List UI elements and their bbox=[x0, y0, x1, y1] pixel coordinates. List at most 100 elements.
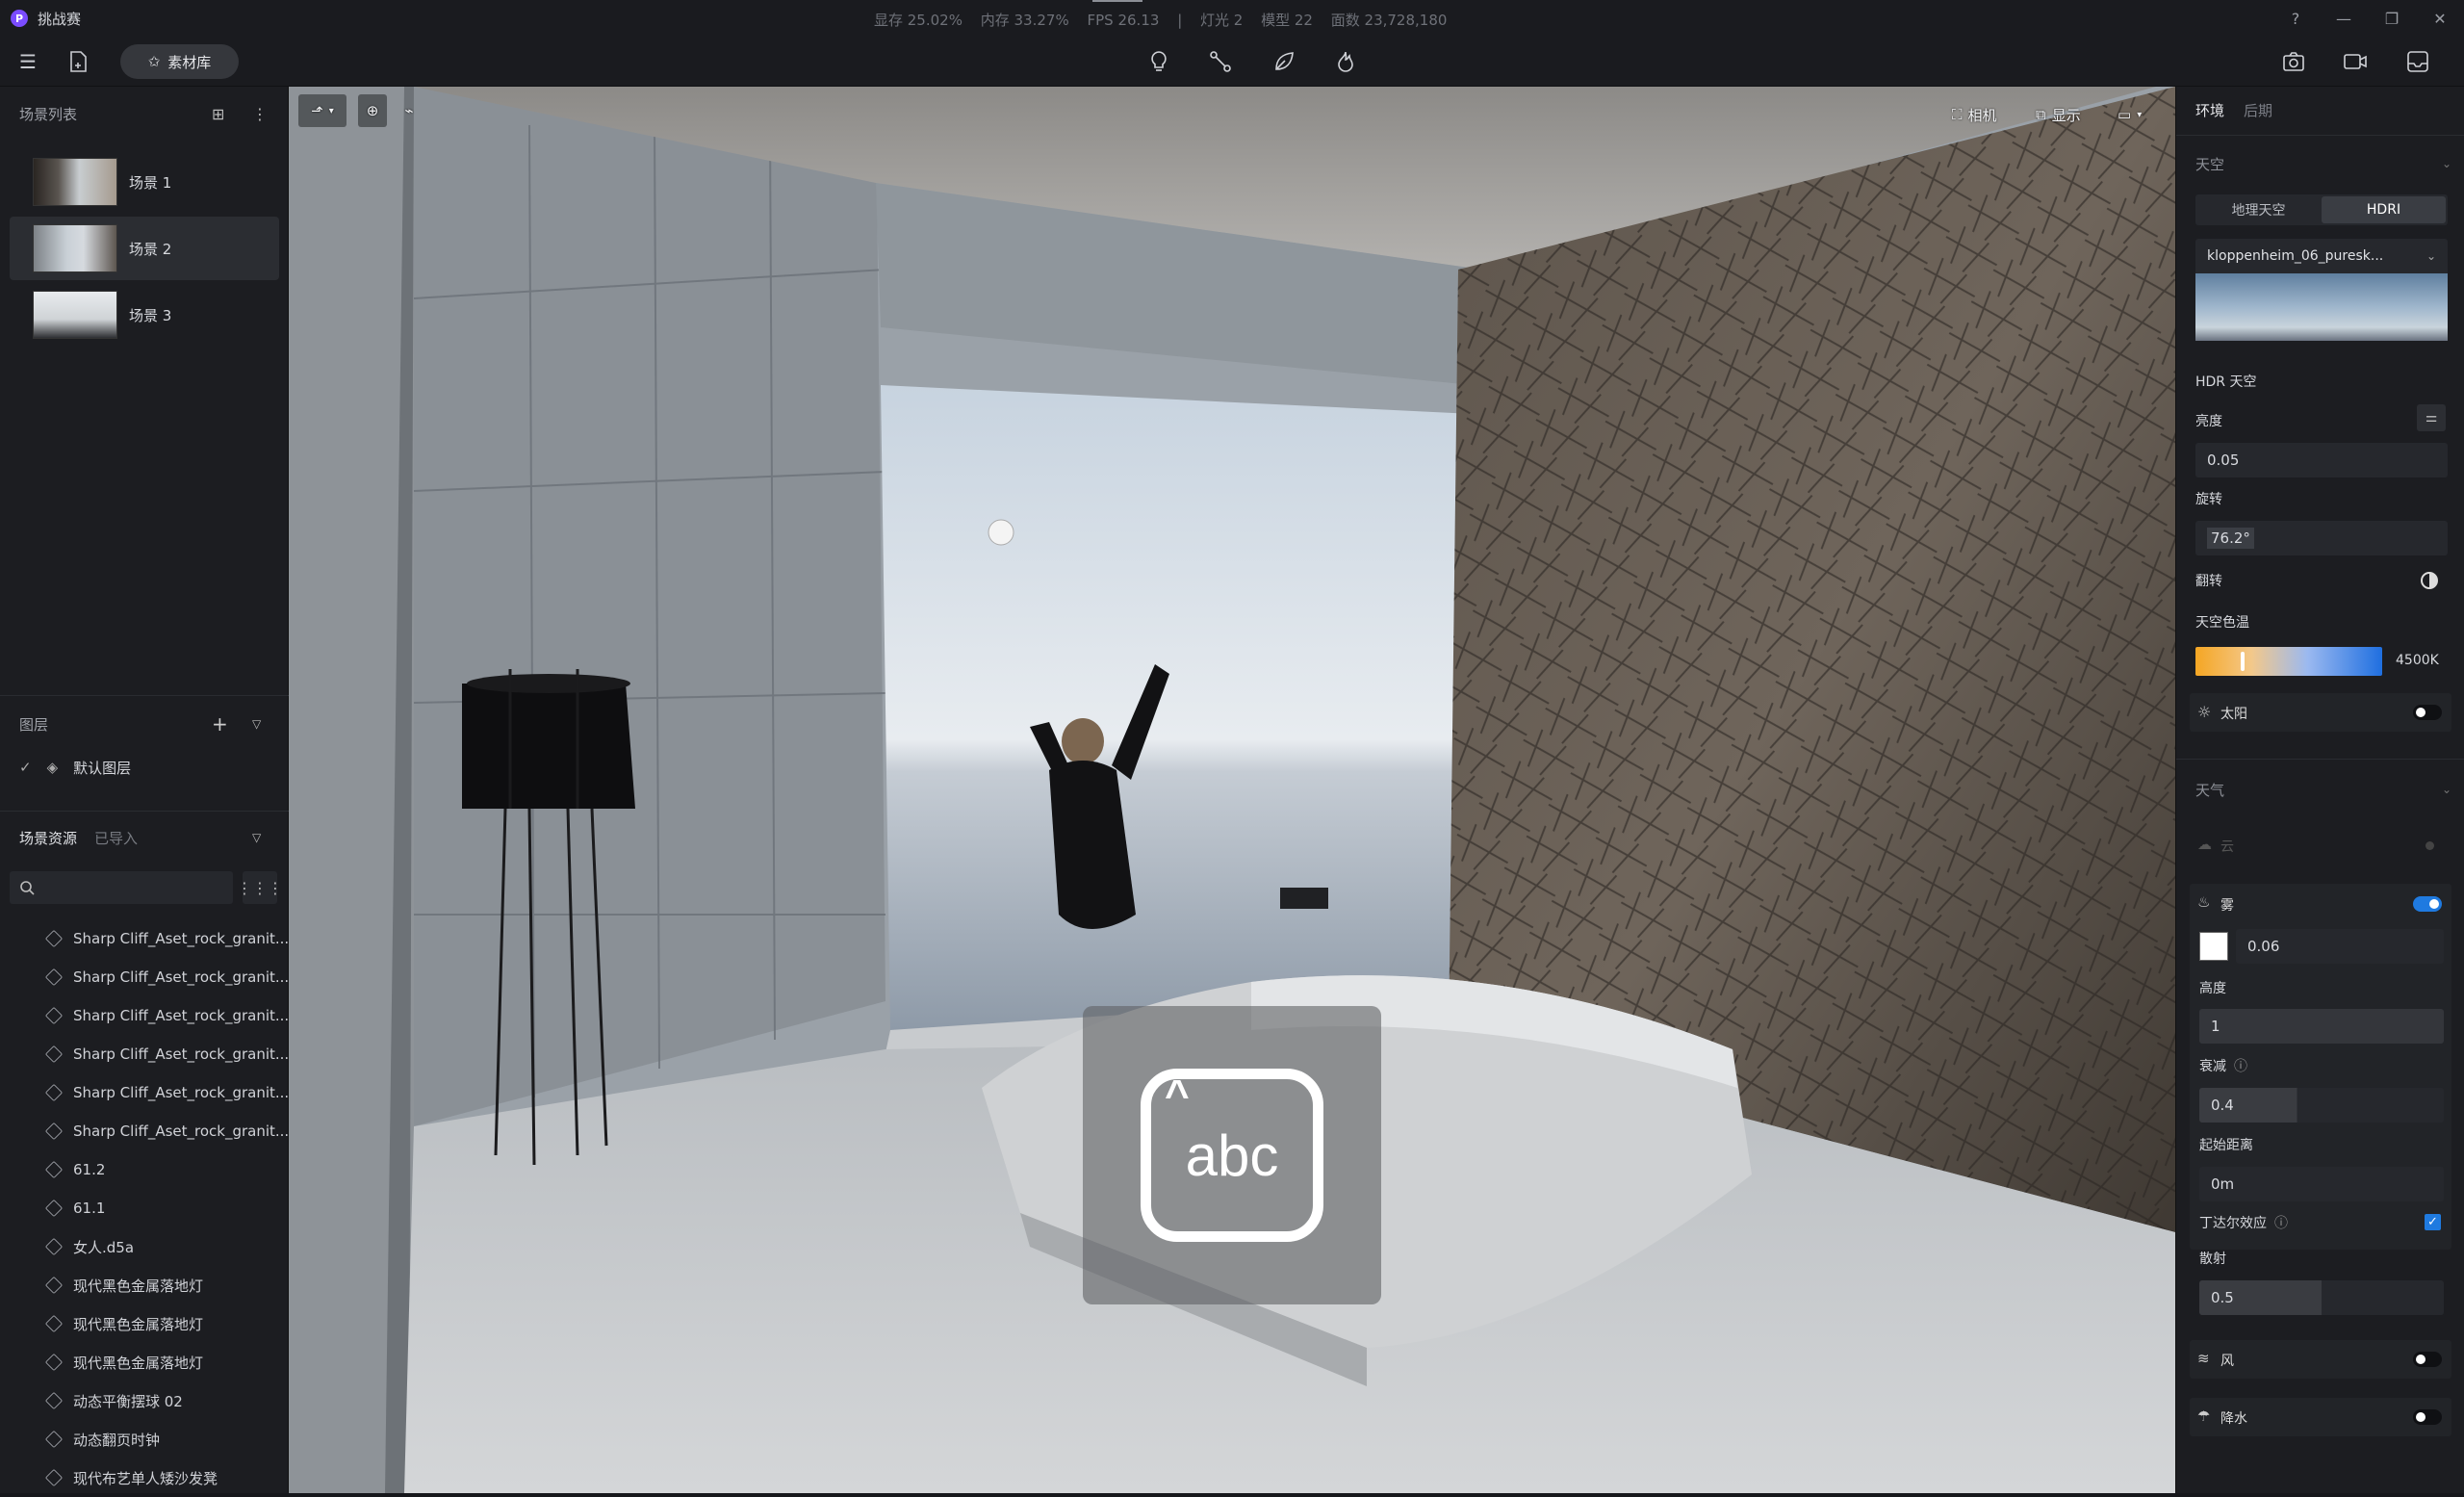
help-icon[interactable]: ⓘ bbox=[2274, 1216, 2288, 1231]
snap-icon[interactable]: ⌁ bbox=[395, 94, 424, 127]
layers-header: 图层 + ▽ bbox=[0, 700, 289, 748]
asset-item[interactable]: 61.1 bbox=[44, 1189, 105, 1227]
asset-item[interactable]: 现代黑色金属落地灯 bbox=[44, 1304, 203, 1343]
check-icon[interactable]: ✓ bbox=[19, 759, 32, 776]
tab-post-processing[interactable]: 后期 bbox=[2244, 100, 2272, 120]
restore-button[interactable]: ❐ bbox=[2368, 0, 2416, 37]
drag-handle[interactable] bbox=[1092, 0, 1142, 2]
tab-environment[interactable]: 环境 bbox=[2195, 100, 2224, 120]
tab-imported[interactable]: 已导入 bbox=[94, 828, 138, 848]
model-icon bbox=[44, 929, 64, 948]
leaf-icon[interactable] bbox=[1269, 46, 1299, 77]
hdri-file-select[interactable]: kloppenheim_06_puresk... ⌄ bbox=[2195, 239, 2448, 273]
3d-viewport[interactable]: ⬏ ▾ ⊕ ⌁ ⛶ 相机 ⧉ 显示 ▭ ▾ ^ abc bbox=[289, 87, 2175, 1493]
add-layer-icon[interactable]: + bbox=[212, 712, 228, 736]
light-bulb-icon[interactable] bbox=[1143, 46, 1174, 77]
add-scene-icon[interactable]: ⊞ bbox=[212, 105, 224, 123]
help-icon[interactable]: ⓘ bbox=[2234, 1059, 2247, 1074]
cloud-toggle[interactable] bbox=[2426, 841, 2434, 850]
video-icon[interactable] bbox=[2340, 46, 2371, 77]
brightness-field[interactable]: 0.05 bbox=[2195, 443, 2448, 477]
wind-row: ≋ 风 bbox=[2190, 1340, 2451, 1379]
asset-item[interactable]: Sharp Cliff_Aset_rock_granit... bbox=[44, 919, 289, 958]
hdri-option[interactable]: HDRI bbox=[2322, 196, 2446, 223]
grid-view-icon[interactable]: ⋮⋮⋮ bbox=[237, 871, 283, 904]
adjust-sliders-icon[interactable]: ⚌ bbox=[2417, 404, 2446, 431]
decay-slider-field[interactable]: 0.4 bbox=[2199, 1088, 2444, 1123]
geo-sky-option[interactable]: 地理天空 bbox=[2195, 194, 2322, 225]
display-button[interactable]: ⧉ 显示 bbox=[2036, 98, 2081, 131]
asset-item[interactable]: 动态平衡摆球 02 bbox=[44, 1381, 183, 1420]
sun-toggle[interactable] bbox=[2413, 705, 2442, 720]
transform-tool-dropdown[interactable]: ⬏ ▾ bbox=[298, 94, 346, 127]
sky-mode-switch: 地理天空 HDRI bbox=[2195, 194, 2448, 225]
flip-toggle-icon[interactable] bbox=[2421, 572, 2438, 589]
sun-row: ☼ 太阳 bbox=[2190, 693, 2451, 732]
fire-icon[interactable] bbox=[1330, 46, 1361, 77]
chevron-down-icon: ▾ bbox=[2137, 109, 2143, 120]
asset-item[interactable]: Sharp Cliff_Aset_rock_granit... bbox=[44, 1073, 289, 1112]
layer-label: 默认图层 bbox=[73, 759, 132, 777]
memory-stat: 内存 33.27% bbox=[980, 12, 1069, 29]
asset-library-button[interactable]: ✩ 素材库 bbox=[120, 44, 239, 79]
rotation-field[interactable]: 76.2° bbox=[2195, 521, 2448, 555]
fog-toggle[interactable] bbox=[2413, 896, 2442, 912]
library-icon: ✩ bbox=[147, 53, 161, 70]
asset-search-input[interactable] bbox=[10, 871, 233, 904]
more-icon[interactable]: ⋮ bbox=[252, 105, 268, 123]
hdri-preview-image[interactable] bbox=[2195, 273, 2448, 341]
keyboard-overlay[interactable]: ^ abc bbox=[1083, 1006, 1381, 1304]
tyndall-checkbox[interactable]: ✓ bbox=[2425, 1214, 2441, 1230]
rain-toggle[interactable] bbox=[2413, 1409, 2442, 1425]
wind-toggle[interactable] bbox=[2413, 1352, 2442, 1367]
scatter-slider-field[interactable]: 0.5 bbox=[2199, 1280, 2444, 1315]
color-temp-slider[interactable] bbox=[2195, 647, 2382, 676]
asset-item[interactable]: 现代黑色金属落地灯 bbox=[44, 1343, 203, 1381]
asset-item[interactable]: 动态翻页时钟 bbox=[44, 1420, 160, 1458]
fog-height-field[interactable]: 1 bbox=[2199, 1009, 2444, 1044]
asset-item[interactable]: Sharp Cliff_Aset_rock_granit... bbox=[44, 996, 289, 1035]
models-stat: 模型 22 bbox=[1261, 12, 1313, 29]
fog-color-swatch[interactable] bbox=[2199, 932, 2228, 961]
asset-item[interactable]: 61.2 bbox=[44, 1150, 105, 1189]
layer-item-default[interactable]: ✓ ◈ 默认图层 bbox=[19, 748, 131, 787]
collapse-icon[interactable]: ▽ bbox=[252, 717, 261, 731]
asset-item[interactable]: 女人.d5a bbox=[44, 1227, 134, 1266]
sky-section-header[interactable]: 天空 ⌄ bbox=[2176, 144, 2464, 183]
help-icon[interactable]: ? bbox=[2272, 0, 2320, 37]
screenshot-camera-icon[interactable] bbox=[2278, 46, 2309, 77]
tab-scene-assets[interactable]: 场景资源 bbox=[19, 828, 77, 848]
asset-item[interactable]: Sharp Cliff_Aset_rock_granit... bbox=[44, 1112, 289, 1150]
globe-icon[interactable]: ⊕ bbox=[358, 94, 387, 127]
rotation-label: 旋转 bbox=[2195, 492, 2222, 507]
view-mode-dropdown[interactable]: ▭ ▾ bbox=[2118, 98, 2142, 131]
performance-stats: 显存 25.02% 内存 33.27% FPS 26.13 | 灯光 2 模型 … bbox=[874, 10, 1460, 30]
minimize-button[interactable]: — bbox=[2320, 0, 2368, 37]
asset-item[interactable]: 现代黑色金属落地灯 bbox=[44, 1266, 203, 1304]
scene-list-title: 场景列表 bbox=[19, 105, 78, 123]
fog-density-field[interactable]: 0.06 bbox=[2236, 929, 2444, 964]
asset-item[interactable]: Sharp Cliff_Aset_rock_granit... bbox=[44, 1035, 289, 1073]
rain-row: ☂ 降水 bbox=[2190, 1398, 2451, 1436]
file-icon[interactable] bbox=[64, 48, 92, 75]
cloud-icon: ☁ bbox=[2197, 836, 2212, 853]
scene-item-2[interactable]: 场景 2 bbox=[10, 217, 279, 280]
start-distance-field[interactable]: 0m bbox=[2199, 1167, 2444, 1201]
wind-label: 风 bbox=[2220, 1354, 2234, 1369]
asset-item[interactable]: 现代布艺单人矮沙发凳 bbox=[44, 1458, 218, 1497]
close-button[interactable]: ✕ bbox=[2416, 0, 2464, 37]
lights-stat: 灯光 2 bbox=[1200, 12, 1244, 29]
render-output-icon[interactable] bbox=[2402, 46, 2433, 77]
chevron-down-icon: ⌄ bbox=[2441, 157, 2451, 170]
weather-section-header[interactable]: 天气 ⌄ bbox=[2176, 770, 2464, 809]
path-tool-icon[interactable] bbox=[1205, 46, 1236, 77]
scene-item-3[interactable]: 场景 3 bbox=[10, 283, 279, 347]
keyboard-text: abc bbox=[1185, 1123, 1279, 1188]
camera-button[interactable]: ⛶ 相机 bbox=[1952, 98, 1997, 131]
slider-thumb[interactable] bbox=[2241, 652, 2245, 671]
scene-item-1[interactable]: 场景 1 bbox=[10, 150, 279, 214]
collapse-icon[interactable]: ▽ bbox=[252, 831, 261, 844]
title-bar: P 挑战赛 显存 25.02% 内存 33.27% FPS 26.13 | 灯光… bbox=[0, 0, 2464, 37]
menu-icon[interactable]: ☰ bbox=[13, 48, 42, 75]
asset-item[interactable]: Sharp Cliff_Aset_rock_granit... bbox=[44, 958, 289, 996]
